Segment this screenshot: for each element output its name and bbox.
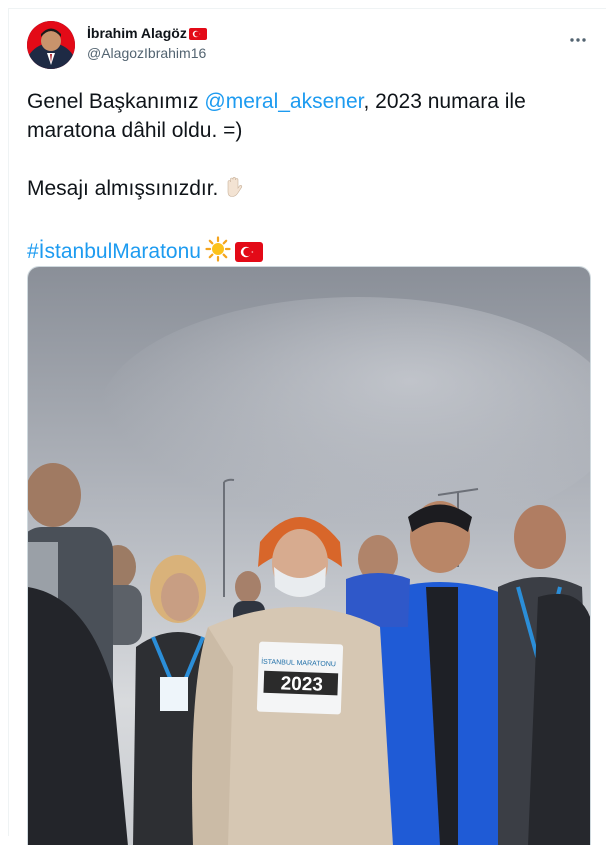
hashtag-link[interactable]: #İstanbulMaratonu [27,240,201,263]
tweet-line-3: Mesajı almışsınızdır. [27,174,597,207]
tweet-header: İbrahim Alagöz @AlagozIbrahim16 [27,21,596,73]
bib-number: 2023 [280,673,323,695]
turkey-flag-icon [188,27,207,40]
raised-hand-icon [222,175,246,207]
text-fragment: , 2023 numara ile [363,90,526,113]
avatar[interactable] [27,21,75,69]
tweet-line-4: #İstanbulMaratonu [27,236,597,270]
text-fragment: Genel Başkanımız [27,90,205,113]
user-handle[interactable]: @AlagozIbrahim16 [87,45,207,61]
tweet-line-2: maratona dâhil oldu. =) [27,119,243,142]
tweet-text: Genel Başkanımız @meral_aksener, 2023 nu… [27,87,597,270]
mention-link[interactable]: @meral_aksener [204,90,363,113]
display-name[interactable]: İbrahim Alagöz [87,25,187,41]
tweet-card[interactable]: İbrahim Alagöz @AlagozIbrahim16 Genel Ba… [8,8,606,845]
more-options-button[interactable] [566,29,590,49]
more-horizontal-icon [569,30,587,48]
sun-icon [205,236,231,270]
author-block[interactable]: İbrahim Alagöz @AlagozIbrahim16 [87,25,207,61]
text-fragment: Mesajı almışsınızdır. [27,177,219,200]
tweet-line-1: Genel Başkanımız @meral_aksener, 2023 nu… [27,87,597,116]
tweet-video[interactable]: İSTANBUL MARATONU 2023 [27,266,591,845]
